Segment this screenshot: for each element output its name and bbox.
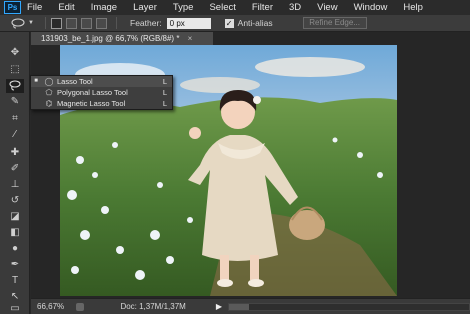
refine-edge-button[interactable]: Refine Edge... [302, 17, 367, 29]
history-brush-tool-icon[interactable]: ↺ [6, 194, 24, 208]
menu-3d[interactable]: 3D [289, 2, 301, 13]
type-tool-icon[interactable]: T [6, 274, 24, 288]
shortcut-key: L [162, 77, 168, 86]
zoom-level[interactable]: 66,67% [37, 302, 64, 311]
pen-tool-icon[interactable]: ✒ [6, 258, 24, 272]
lasso-icon: ◯ [44, 77, 54, 86]
eraser-tool-icon[interactable]: ◪ [6, 210, 24, 224]
menu-layer[interactable]: Layer [133, 2, 157, 13]
gradient-tool-icon[interactable]: ◧ [6, 226, 24, 240]
lasso-icon [11, 17, 25, 28]
horizontal-scrollbar[interactable] [227, 302, 470, 311]
lasso-tool-icon[interactable] [6, 79, 24, 93]
status-bar: 66,67% Doc: 1,37M/1,37M ▶ [31, 298, 470, 314]
menu-help[interactable]: Help [403, 2, 423, 13]
brush-tool-icon[interactable]: ✐ [6, 162, 24, 176]
chevron-down-icon: ▼ [28, 20, 34, 26]
menu-window[interactable]: Window [354, 2, 388, 13]
marquee-tool-icon[interactable]: ⬚ [6, 63, 24, 77]
flyout-item-label: Polygonal Lasso Tool [57, 88, 128, 97]
document-tab-title: 131903_be_1.jpg @ 66,7% (RGB/8#) * [41, 34, 180, 43]
clone-stamp-tool-icon[interactable]: ⊥ [6, 178, 24, 192]
document-size-info: Doc: 1,37M/1,37M [120, 302, 186, 311]
antialias-checkbox[interactable]: ✓ [224, 18, 234, 28]
rectangle-tool-icon[interactable]: ▭ [6, 302, 24, 314]
tools-panel: ✥ ⬚ ✎ ⌗ ⁄ ✚ ✐ ⊥ ↺ ◪ ◧ ● ✒ T ↖ ▭ [0, 32, 30, 314]
polygonal-lasso-icon: ⬠ [45, 88, 53, 97]
new-selection-button[interactable] [51, 17, 62, 29]
menu-filter[interactable]: Filter [252, 2, 273, 13]
menu-edit[interactable]: Edit [58, 2, 74, 13]
menu-type[interactable]: Type [173, 2, 194, 13]
status-menu-arrow-icon[interactable]: ▶ [216, 302, 222, 311]
document-tab[interactable]: 131903_be_1.jpg @ 66,7% (RGB/8#) * × [31, 32, 213, 45]
divider [45, 17, 46, 29]
healing-brush-tool-icon[interactable]: ✚ [6, 146, 24, 160]
selected-bullet-icon: ■ [34, 78, 38, 84]
intersect-selection-button[interactable] [96, 17, 107, 29]
status-info-icon[interactable] [76, 302, 85, 311]
divider [116, 17, 117, 29]
subtract-from-selection-button[interactable] [81, 17, 92, 29]
magnetic-lasso-icon: ⌬ [45, 99, 53, 108]
shortcut-key: L [162, 88, 168, 97]
menu-bar: Ps File Edit Image Layer Type Select Fil… [0, 0, 470, 15]
scrollbar-thumb[interactable] [228, 303, 249, 310]
menu-view[interactable]: View [317, 2, 337, 13]
tool-preset-picker[interactable]: ▼ [10, 17, 40, 30]
antialias-label: Anti-alias [237, 18, 273, 28]
add-to-selection-button[interactable] [66, 17, 77, 29]
flyout-item-magnetic-lasso-tool[interactable]: ⌬ Magnetic Lasso Tool L [31, 98, 172, 109]
shortcut-key: L [162, 99, 168, 108]
feather-label: Feather: [130, 18, 162, 28]
close-icon[interactable]: × [188, 34, 193, 43]
photoshop-logo: Ps [4, 1, 21, 14]
menu-select[interactable]: Select [209, 2, 235, 13]
lasso-tool-flyout: ■ ◯ Lasso Tool L ⬠ Polygonal Lasso Tool … [30, 75, 173, 110]
blur-tool-icon[interactable]: ● [6, 242, 24, 256]
flyout-item-label: Lasso Tool [57, 77, 93, 86]
flyout-item-label: Magnetic Lasso Tool [57, 99, 126, 108]
feather-input[interactable]: 0 px [166, 17, 211, 29]
eyedropper-tool-icon[interactable]: ⁄ [6, 128, 24, 142]
menu-file[interactable]: File [27, 2, 42, 13]
move-tool-icon[interactable]: ✥ [6, 46, 24, 60]
options-bar: ▼ Feather: 0 px ✓ Anti-alias Refine Edge… [0, 15, 470, 32]
flyout-item-polygonal-lasso-tool[interactable]: ⬠ Polygonal Lasso Tool L [31, 87, 172, 98]
quick-selection-tool-icon[interactable]: ✎ [6, 95, 24, 109]
crop-tool-icon[interactable]: ⌗ [6, 112, 24, 126]
menu-image[interactable]: Image [91, 2, 117, 13]
flyout-item-lasso-tool[interactable]: ■ ◯ Lasso Tool L [31, 76, 172, 87]
